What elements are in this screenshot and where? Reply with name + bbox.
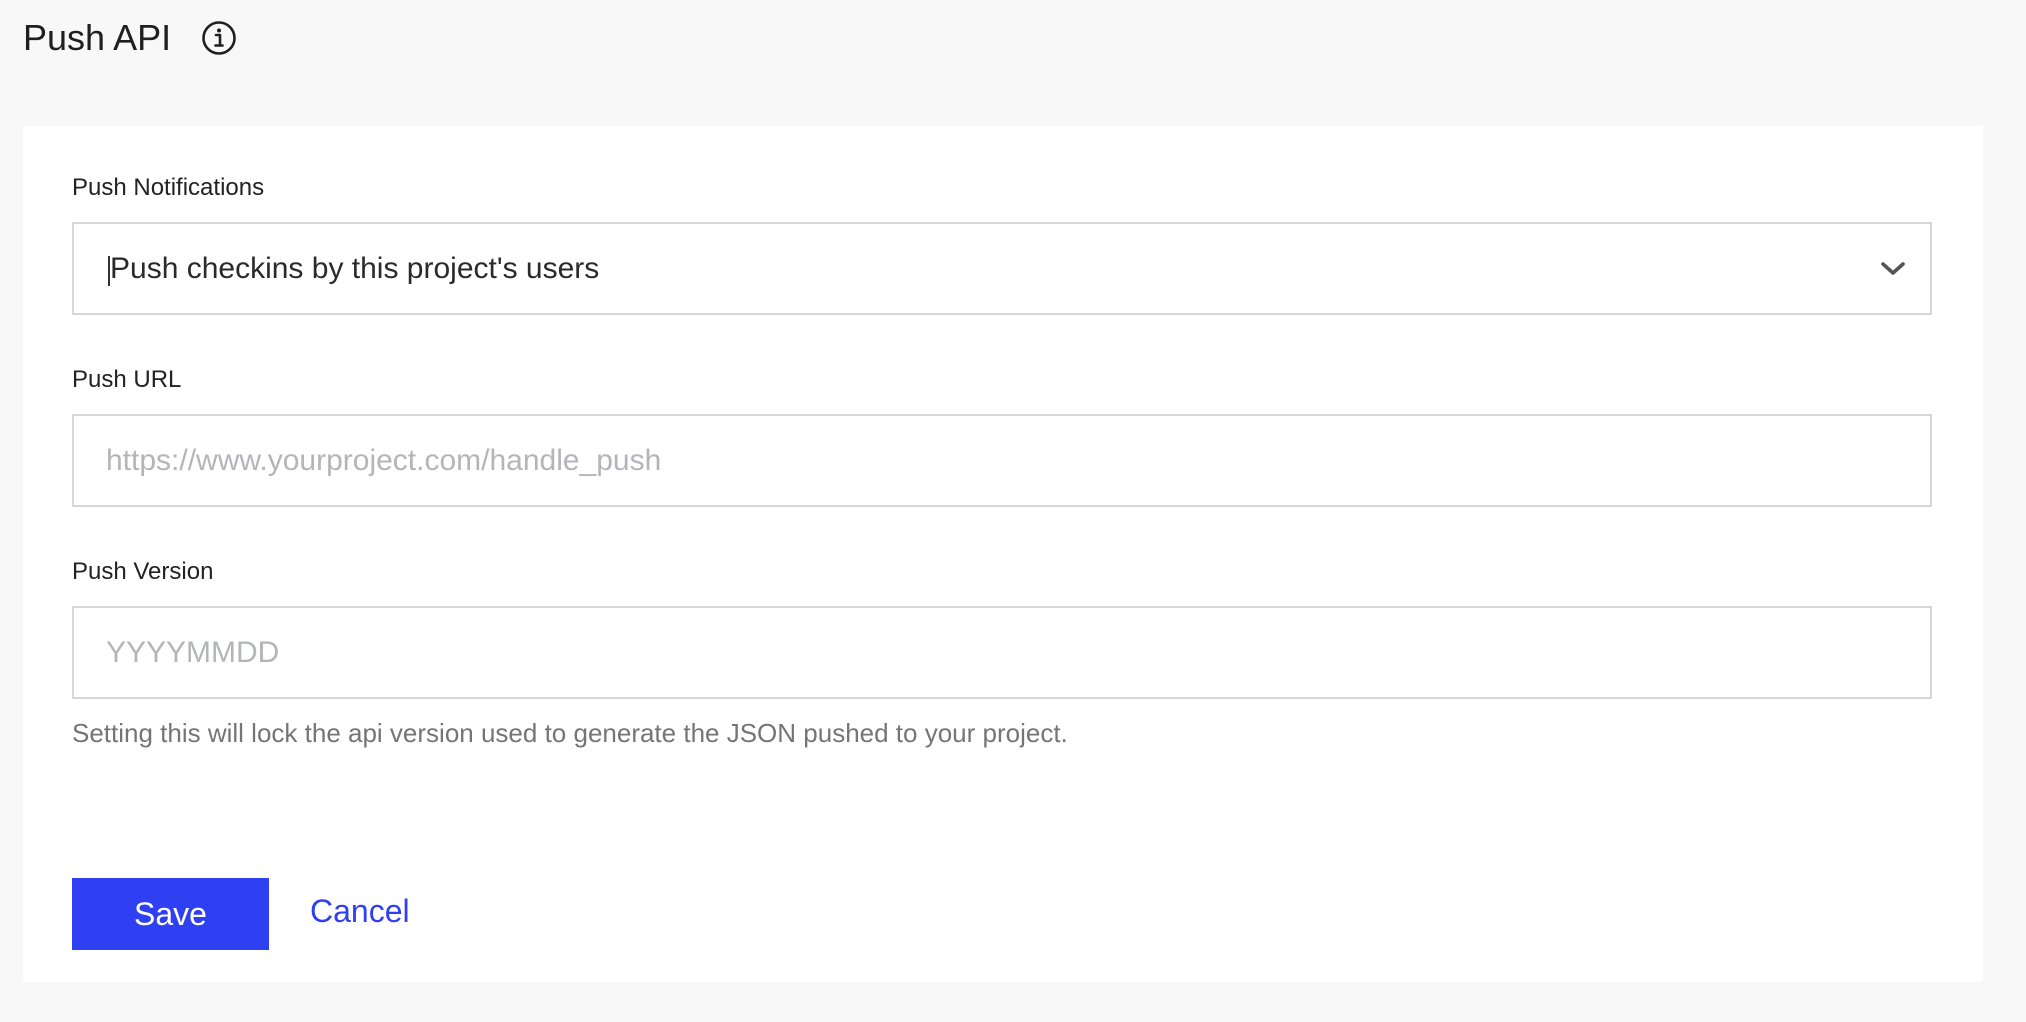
info-icon[interactable] [201, 20, 237, 56]
push-url-input[interactable] [72, 414, 1932, 507]
push-settings-card: Push Notifications Push checkins by this… [23, 126, 1983, 982]
push-version-help-text: Setting this will lock the api version u… [72, 718, 1068, 748]
chevron-down-icon [1878, 259, 1908, 279]
page-title: Push API [23, 17, 172, 58]
push-url-label: Push URL [72, 366, 182, 393]
push-notifications-selected-value: Push checkins by this project's users [107, 251, 600, 286]
cancel-link[interactable]: Cancel [310, 893, 410, 930]
page-header: Push API [23, 12, 237, 64]
push-notifications-select[interactable]: Push checkins by this project's users [72, 222, 1932, 315]
push-version-input[interactable] [72, 606, 1932, 699]
save-button[interactable]: Save [72, 878, 269, 950]
push-version-label: Push Version [72, 558, 214, 585]
push-notifications-label: Push Notifications [72, 174, 265, 201]
